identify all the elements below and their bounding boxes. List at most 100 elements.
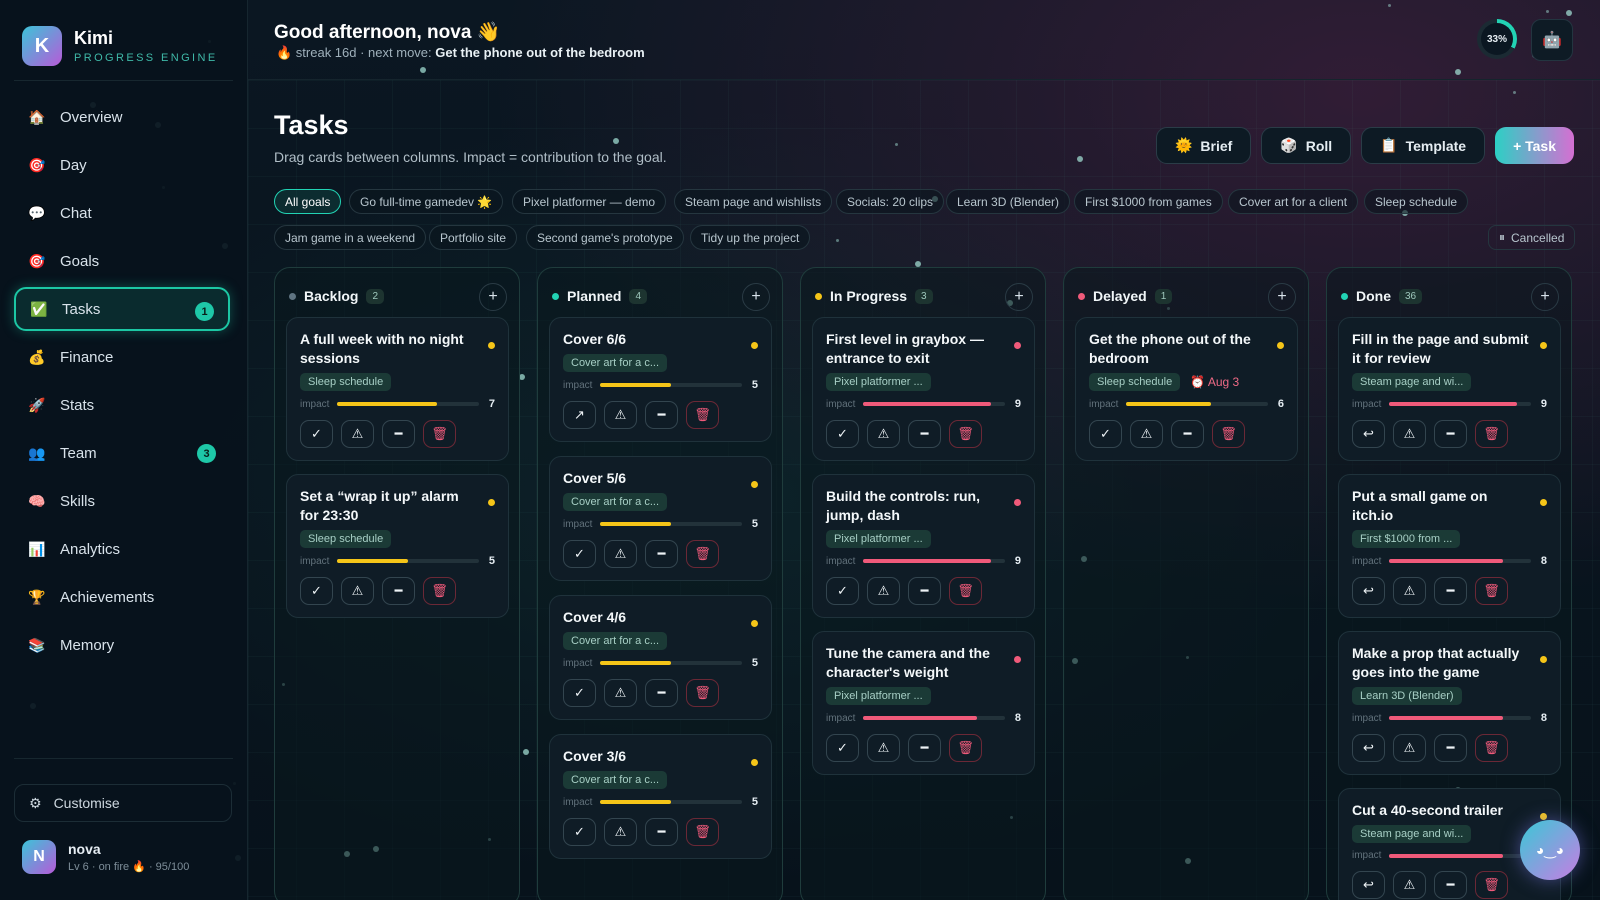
goal-tag[interactable]: Cover art for a c... — [563, 771, 668, 789]
goal-tag[interactable]: Steam page and wi... — [1352, 373, 1472, 391]
filter-chip[interactable]: Learn 3D (Blender) — [946, 189, 1071, 214]
add-card-button[interactable]: + — [1531, 283, 1559, 311]
customise-button[interactable]: ⚙ Customise — [14, 784, 232, 822]
task-card[interactable]: A full week with no night sessions Sleep … — [286, 317, 509, 461]
sidebar-item-analytics[interactable]: 📊 Analytics — [14, 527, 230, 571]
task-card[interactable]: Make a prop that actually goes into the … — [1338, 631, 1561, 775]
filter-chip[interactable]: Second game's prototype — [526, 225, 684, 250]
goal-tag[interactable]: Pixel platformer ... — [826, 530, 931, 548]
filter-chip[interactable]: Socials: 20 clips — [836, 189, 945, 214]
goal-tag[interactable]: Pixel platformer ... — [826, 373, 931, 391]
block-button[interactable]: ⚠ — [867, 420, 900, 448]
block-button[interactable]: ⚠ — [604, 401, 637, 429]
pause-button[interactable]: ━ — [908, 734, 941, 762]
pause-button[interactable]: ━ — [1434, 420, 1467, 448]
sidebar-item-skills[interactable]: 🧠 Skills — [14, 479, 230, 523]
goal-tag[interactable]: Cover art for a c... — [563, 493, 668, 511]
filter-chip[interactable]: Go full-time gamedev 🌟 — [349, 189, 504, 214]
pause-button[interactable]: ━ — [382, 420, 415, 448]
complete-button[interactable]: ✓ — [563, 540, 596, 568]
block-button[interactable]: ⚠ — [604, 818, 637, 846]
robot-icon[interactable]: 🤖 — [1531, 19, 1573, 61]
pause-button[interactable]: ━ — [645, 818, 678, 846]
add-card-button[interactable]: + — [479, 283, 507, 311]
delete-button[interactable]: 🗑 — [686, 818, 719, 846]
goal-tag[interactable]: First $1000 from ... — [1352, 530, 1461, 548]
goal-tag[interactable]: Sleep schedule — [300, 530, 392, 548]
delete-button[interactable]: 🗑 — [686, 679, 719, 707]
delete-button[interactable]: 🗑 — [686, 540, 719, 568]
pause-button[interactable]: ━ — [908, 577, 941, 605]
block-button[interactable]: ⚠ — [341, 577, 374, 605]
block-button[interactable]: ⚠ — [867, 734, 900, 762]
sidebar-item-goals[interactable]: 🎯 Goals — [14, 239, 230, 283]
complete-button[interactable]: ✓ — [826, 734, 859, 762]
pause-button[interactable]: ━ — [1434, 871, 1467, 899]
task-card[interactable]: Set a “wrap it up” alarm for 23:30 Sleep … — [286, 474, 509, 618]
task-card[interactable]: First level in graybox — entrance to exi… — [812, 317, 1035, 461]
complete-button[interactable]: ✓ — [1089, 420, 1122, 448]
delete-button[interactable]: 🗑 — [1475, 420, 1508, 448]
complete-button[interactable]: ✓ — [300, 420, 333, 448]
delete-button[interactable]: 🗑 — [1212, 420, 1245, 448]
block-button[interactable]: ⚠ — [867, 577, 900, 605]
sidebar-item-achievements[interactable]: 🏆 Achievements — [14, 575, 230, 619]
delete-button[interactable]: 🗑 — [1475, 734, 1508, 762]
task-card[interactable]: Build the controls: run, jump, dash Pixel… — [812, 474, 1035, 618]
assistant-bot-button[interactable]: ◕‿◕ — [1520, 820, 1580, 880]
goal-tag[interactable]: Cover art for a c... — [563, 632, 668, 650]
complete-button[interactable]: ✓ — [563, 818, 596, 846]
pause-button[interactable]: ━ — [645, 540, 678, 568]
task-button[interactable]: + Task — [1495, 127, 1574, 164]
task-card[interactable]: Cover 6/6 Cover art for a c... impact 5 ↗ ⚠ ━ 🗑 — [549, 317, 772, 442]
goal-tag[interactable]: Steam page and wi... — [1352, 825, 1472, 843]
delete-button[interactable]: 🗑 — [423, 577, 456, 605]
delete-button[interactable]: 🗑 — [686, 401, 719, 429]
block-button[interactable]: ⚠ — [341, 420, 374, 448]
complete-button[interactable]: ✓ — [300, 577, 333, 605]
block-button[interactable]: ⚠ — [1393, 871, 1426, 899]
task-card[interactable]: Get the phone out of the bedroom Sleep sc… — [1075, 317, 1298, 461]
reopen-button[interactable]: ↩ — [1352, 871, 1385, 899]
add-card-button[interactable]: + — [1005, 283, 1033, 311]
block-button[interactable]: ⚠ — [604, 679, 637, 707]
filter-chip[interactable]: All goals — [274, 189, 342, 214]
delete-button[interactable]: 🗑 — [1475, 871, 1508, 899]
template-button[interactable]: 📋 Template — [1361, 127, 1486, 164]
filter-chip[interactable]: Pixel platformer — demo — [512, 189, 667, 214]
sidebar-item-team[interactable]: 👥 Team 3 — [14, 431, 230, 475]
task-card[interactable]: Tune the camera and the character's weig… — [812, 631, 1035, 775]
cancelled-toggle[interactable]: ⏸ Cancelled — [1488, 225, 1576, 250]
delete-button[interactable]: 🗑 — [423, 420, 456, 448]
delete-button[interactable]: 🗑 — [949, 577, 982, 605]
block-button[interactable]: ⚠ — [1130, 420, 1163, 448]
sidebar-item-day[interactable]: 🎯 Day — [14, 143, 230, 187]
move-button[interactable]: ↗ — [563, 401, 596, 429]
add-card-button[interactable]: + — [1268, 283, 1296, 311]
pause-button[interactable]: ━ — [1434, 577, 1467, 605]
goal-tag[interactable]: Pixel platformer ... — [826, 687, 931, 705]
brand[interactable]: K Kimi PROGRESS ENGINE — [22, 26, 218, 66]
filter-chip[interactable]: First $1000 from games — [1074, 189, 1223, 214]
progress-ring[interactable]: 33% — [1477, 19, 1517, 59]
task-card[interactable]: Cover 3/6 Cover art for a c... impact 5 ✓ ⚠ ━ 🗑 — [549, 734, 772, 859]
sidebar-item-finance[interactable]: 💰 Finance — [14, 335, 230, 379]
reopen-button[interactable]: ↩ — [1352, 734, 1385, 762]
sidebar-item-chat[interactable]: 💬 Chat — [14, 191, 230, 235]
goal-tag[interactable]: Sleep schedule — [300, 373, 392, 391]
delete-button[interactable]: 🗑 — [1475, 577, 1508, 605]
sidebar-item-tasks[interactable]: ✅ Tasks 1 — [14, 287, 230, 331]
filter-chip[interactable]: Steam page and wishlists — [674, 189, 833, 214]
sidebar-item-stats[interactable]: 🚀 Stats — [14, 383, 230, 427]
roll-button[interactable]: 🎲 Roll — [1261, 127, 1352, 164]
goal-tag[interactable]: Sleep schedule — [1089, 373, 1181, 391]
filter-chip[interactable]: Cover art for a client — [1228, 189, 1359, 214]
pause-button[interactable]: ━ — [645, 679, 678, 707]
pause-button[interactable]: ━ — [1171, 420, 1204, 448]
task-card[interactable]: Cover 4/6 Cover art for a c... impact 5 ✓ ⚠ ━ 🗑 — [549, 595, 772, 720]
pause-button[interactable]: ━ — [908, 420, 941, 448]
task-card[interactable]: Put a small game on itch.io First $1000 f… — [1338, 474, 1561, 618]
filter-chip[interactable]: Tidy up the project — [690, 225, 811, 250]
goal-tag[interactable]: Cover art for a c... — [563, 354, 668, 372]
pause-button[interactable]: ━ — [382, 577, 415, 605]
